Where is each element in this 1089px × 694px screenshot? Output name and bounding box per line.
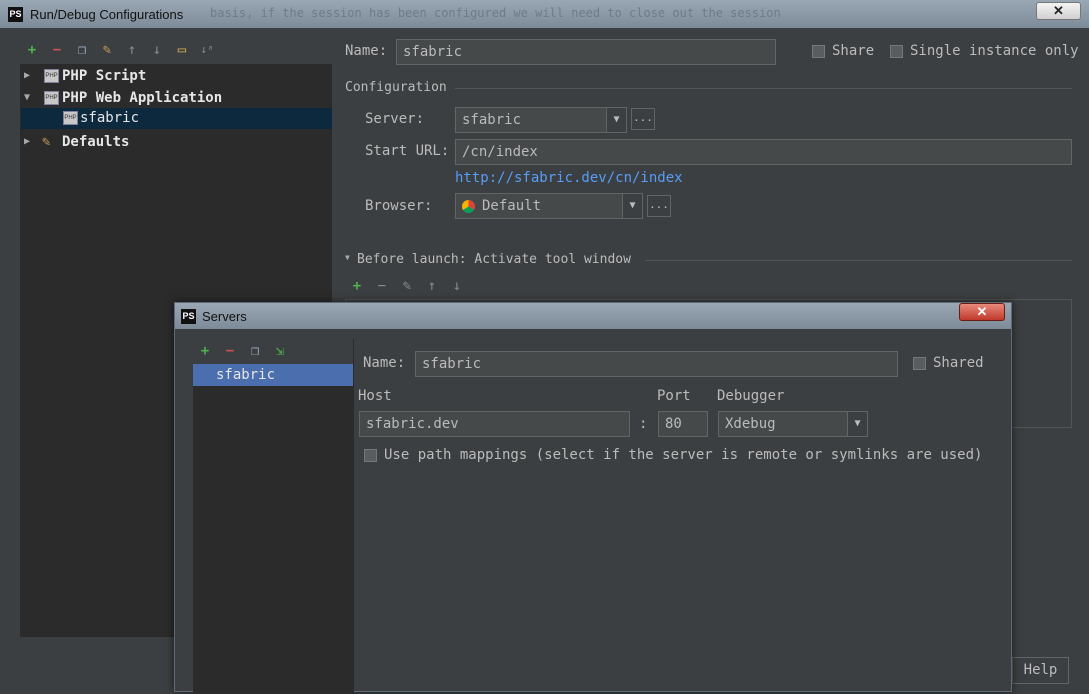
main-title-bar: PS Run/Debug Configurations basis, if th… [0,0,1089,28]
server-name-label: Name: [363,355,406,371]
close-icon: ✕ [976,304,988,319]
sort-icon[interactable]: ↓ᵃ [199,42,215,58]
servers-list-item-sfabric[interactable]: sfabric [193,364,353,386]
host-port-separator: : [639,416,648,432]
servers-list[interactable]: sfabric [193,364,353,694]
phpstorm-logo-icon: PS [181,309,196,324]
add-icon[interactable]: + [349,278,365,294]
server-label: Server: [365,111,425,127]
start-url-label: Start URL: [365,143,450,159]
arrow-up-icon[interactable]: ↑ [424,278,440,294]
share-checkbox[interactable] [812,45,825,58]
remove-icon[interactable]: − [222,343,238,359]
phpstorm-logo-icon: PS [8,7,23,22]
section-divider [645,260,1072,261]
splitter[interactable] [353,339,354,694]
add-icon[interactable]: + [197,343,213,359]
add-icon[interactable]: + [24,42,40,58]
before-launch-title: Before launch: Activate tool window [357,252,631,267]
php-web-icon: PHP [44,91,59,105]
browser-browse-button[interactable]: ... [647,195,671,217]
main-window-title: Run/Debug Configurations [30,7,184,22]
arrow-up-icon[interactable]: ↑ [124,42,140,58]
chrome-icon [462,200,475,213]
full-url-link[interactable]: http://sfabric.dev/cn/index [455,170,683,186]
servers-dialog: PS Servers ✕ + − ❐ ⇲ sfabric Name: sfabr… [174,302,1012,694]
chevron-down-icon: ▼ [24,92,31,103]
server-select-value: sfabric [462,112,522,128]
server-select[interactable]: sfabric ▼ [455,107,627,133]
single-instance-label: Single instance only [910,43,1079,59]
tree-item-label: PHP Web Application [62,90,223,106]
chevron-down-icon: ▼ [606,108,626,132]
arrow-down-icon[interactable]: ↓ [149,42,165,58]
share-label: Share [832,43,875,59]
section-divider [455,88,1072,89]
browser-select[interactable]: Default ▼ [455,193,643,219]
port-input[interactable]: 80 [658,411,708,437]
shared-label: Shared [933,355,984,371]
background-caption: basis, if the session has been configure… [210,6,781,20]
browser-select-value: Default [482,198,542,214]
folder-icon[interactable]: ▭ [174,42,190,58]
path-mappings-checkbox[interactable] [364,449,377,462]
tree-item-label: PHP Script [62,68,147,84]
remove-icon[interactable]: − [49,42,65,58]
servers-close-button[interactable]: ✕ [959,303,1005,321]
host-label: Host [358,388,392,404]
chevron-right-icon: ▶ [24,136,31,147]
chevron-down-icon: ▼ [622,194,642,218]
collapse-triangle-icon[interactable]: ▼ [345,253,350,262]
tree-item-label: Defaults [62,134,130,150]
tree-item-label: sfabric [80,110,140,126]
servers-title-bar: PS Servers ✕ [175,303,1011,329]
wrench-icon: ✎ [42,134,51,150]
tree-item-sfabric[interactable]: PHP sfabric [21,108,332,129]
main-close-button[interactable]: ✕ [1036,2,1081,20]
import-icon[interactable]: ⇲ [272,343,288,359]
close-icon: ✕ [1053,3,1064,18]
remove-icon[interactable]: − [374,278,390,294]
port-label: Port [657,388,691,404]
php-file-icon: PHP [44,69,59,83]
list-item-label: sfabric [216,367,276,383]
copy-icon[interactable]: ❐ [74,42,90,58]
name-label: Name: [345,43,388,59]
wrench-icon[interactable]: ✎ [99,42,115,58]
edit-icon[interactable]: ✎ [399,278,415,294]
help-button[interactable]: Help [1012,657,1069,684]
debugger-label: Debugger [717,388,785,404]
shared-checkbox[interactable] [913,357,926,370]
host-input[interactable]: sfabric.dev [359,411,630,437]
copy-icon[interactable]: ❐ [247,343,263,359]
debugger-select-value: Xdebug [725,416,776,432]
name-input[interactable]: sfabric [396,39,776,65]
start-url-input[interactable]: /cn/index [455,139,1072,165]
path-mappings-label: Use path mappings (select if the server … [384,447,983,463]
debugger-select[interactable]: Xdebug ▼ [718,411,868,437]
chevron-down-icon: ▼ [847,412,867,436]
server-browse-button[interactable]: ... [631,108,655,130]
single-instance-checkbox[interactable] [890,45,903,58]
chevron-right-icon: ▶ [24,70,31,81]
servers-dialog-title: Servers [202,309,247,324]
browser-label: Browser: [365,198,433,214]
php-web-icon: PHP [63,111,78,125]
arrow-down-icon[interactable]: ↓ [449,278,465,294]
configuration-section-title: Configuration [345,80,447,95]
server-name-input[interactable]: sfabric [415,351,898,377]
